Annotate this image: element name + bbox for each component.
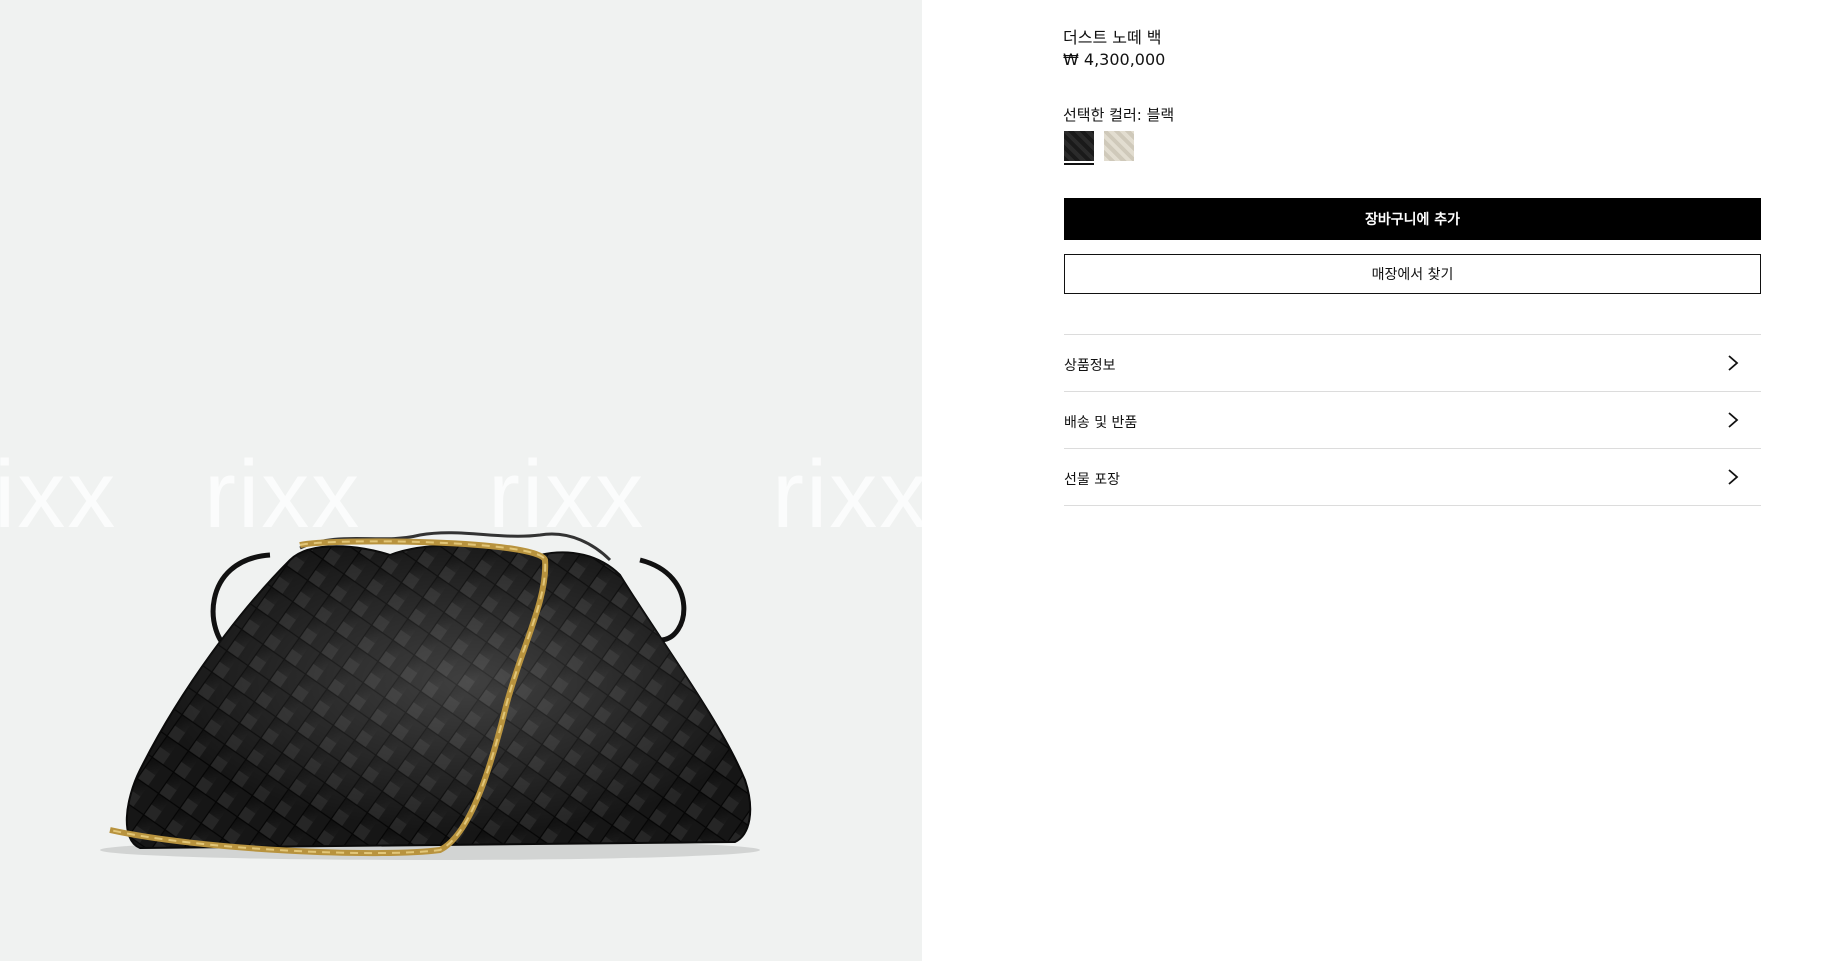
selected-color-label: 선택한 컬러: 블랙 [1063, 106, 1175, 124]
product-title: 더스트 노떼 백 [1063, 28, 1162, 47]
find-in-store-button[interactable]: 매장에서 찾기 [1064, 254, 1761, 294]
accordion-label: 선물 포장 [1064, 472, 1120, 488]
accordion-item-shipping-returns[interactable]: 배송 및 반품 [1064, 392, 1761, 449]
accordion-item-gift-wrap[interactable]: 선물 포장 [1064, 449, 1761, 506]
watermark-text: rixx [204, 441, 362, 548]
accordion-label: 배송 및 반품 [1064, 415, 1138, 431]
chevron-right-icon [1728, 355, 1739, 371]
watermark-text: rixx [772, 441, 922, 548]
watermark-text: rixx [0, 441, 118, 548]
product-details-accordion: 상품정보 배송 및 반품 선물 포장 [1064, 334, 1761, 506]
color-swatch-cream[interactable] [1104, 131, 1134, 161]
add-to-cart-button[interactable]: 장바구니에 추가 [1064, 198, 1761, 240]
accordion-label: 상품정보 [1064, 358, 1116, 374]
accordion-item-product-info[interactable]: 상품정보 [1064, 335, 1761, 392]
product-page: rixx rixx rixx rixx 더스트 노떼 백 ₩ 4,300,000… [0, 0, 1838, 961]
color-swatch-black[interactable] [1064, 131, 1094, 161]
product-price: ₩ 4,300,000 [1063, 50, 1166, 69]
chevron-right-icon [1728, 412, 1739, 428]
chevron-right-icon [1728, 469, 1739, 485]
product-image-panel: rixx rixx rixx rixx [0, 0, 922, 961]
watermark-text: rixx [488, 441, 646, 548]
selected-swatch-indicator [1064, 163, 1094, 165]
